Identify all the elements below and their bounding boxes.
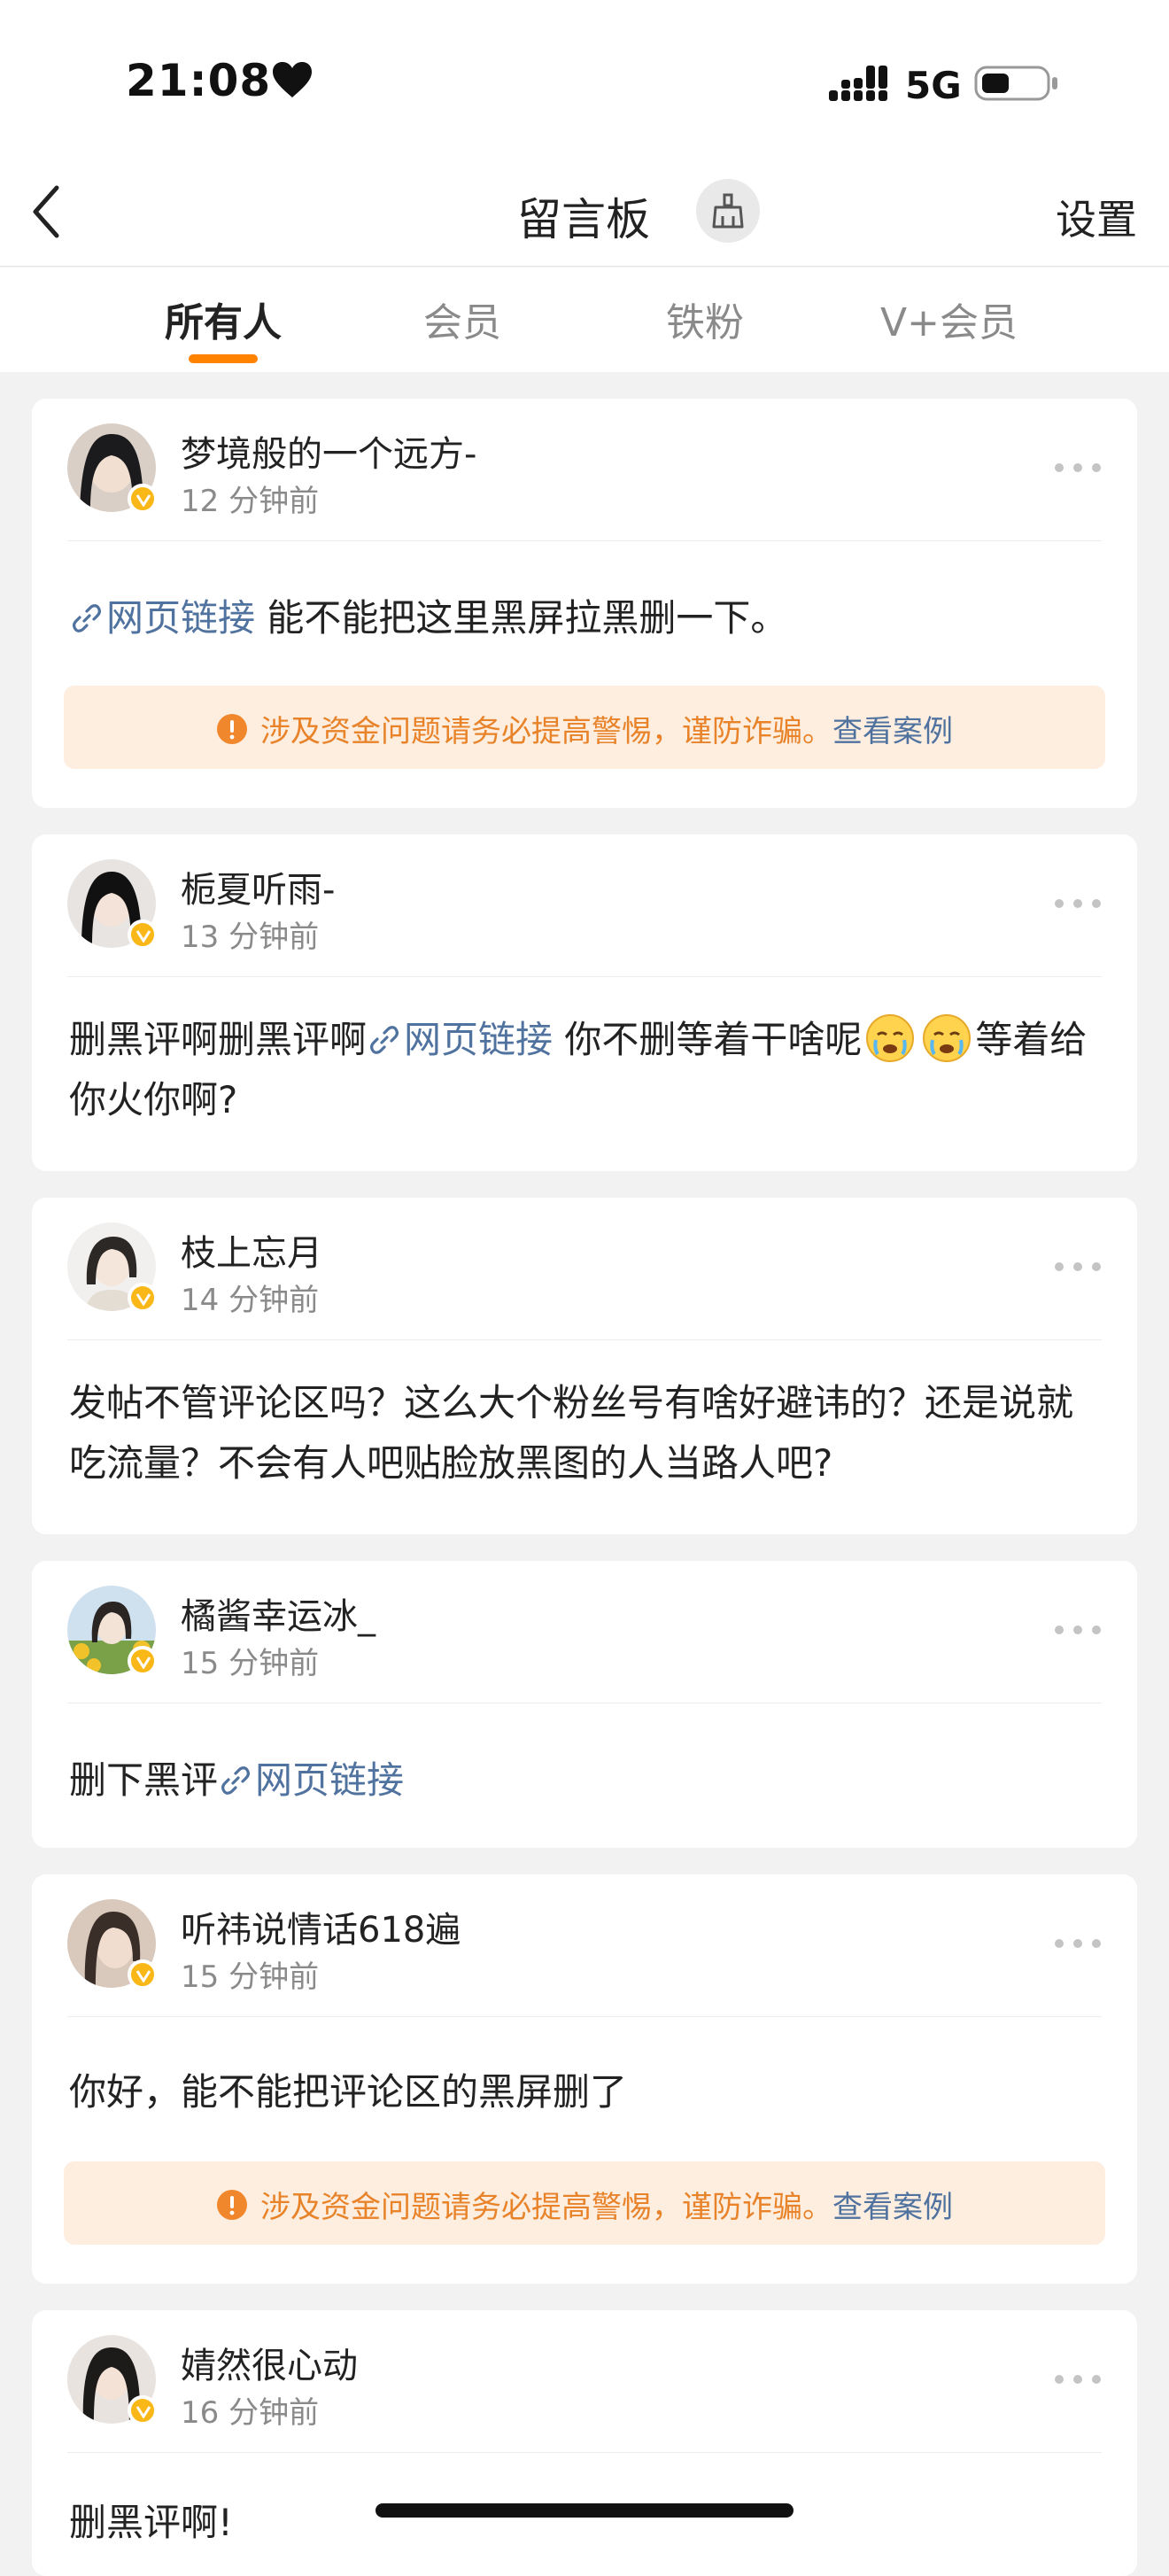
divider bbox=[67, 2016, 1102, 2017]
tab-members[interactable]: 会员 bbox=[423, 291, 501, 347]
divider bbox=[67, 2452, 1102, 2453]
verified-badge-icon bbox=[128, 1283, 158, 1313]
link-label: 网页链接 bbox=[106, 596, 256, 640]
signal-icon bbox=[829, 66, 887, 101]
clean-icon[interactable] bbox=[696, 179, 760, 243]
crying-emoji-icon bbox=[866, 1014, 915, 1062]
user-name[interactable]: 婧然很心动 bbox=[181, 2337, 358, 2388]
view-cases-link[interactable]: 查看案例 bbox=[832, 2190, 953, 2225]
message-text: 删黑评啊! bbox=[69, 2501, 233, 2544]
network-label: 5G bbox=[905, 64, 962, 107]
message-card: 枝上忘月 14 分钟前 发帖不管评论区吗？这么大个粉丝号有啥好避讳的？还是说就吃… bbox=[32, 1198, 1137, 1534]
divider bbox=[67, 1339, 1102, 1340]
verified-badge-icon bbox=[128, 484, 158, 514]
verified-badge-icon bbox=[128, 919, 158, 950]
message-card: 婧然很心动 16 分钟前 删黑评啊! bbox=[32, 2310, 1137, 2576]
post-time: 15 分钟前 bbox=[181, 1646, 320, 1681]
settings-button[interactable]: 设置 bbox=[1056, 188, 1137, 246]
web-link[interactable]: 网页链接 bbox=[218, 1758, 404, 1802]
user-name[interactable]: 栀夏听雨- bbox=[181, 861, 335, 912]
web-link[interactable]: 网页链接 bbox=[367, 1018, 553, 1061]
crying-emoji-icon bbox=[923, 1014, 972, 1062]
post-time: 12 分钟前 bbox=[181, 484, 320, 519]
heart-icon bbox=[273, 62, 312, 97]
more-icon[interactable] bbox=[1054, 1938, 1102, 1949]
warning-text: 涉及资金问题请务必提高警惕，谨防诈骗。 bbox=[260, 2190, 832, 2225]
user-name[interactable]: 枝上忘月 bbox=[181, 1224, 322, 1276]
verified-badge-icon bbox=[128, 1959, 158, 1990]
more-icon[interactable] bbox=[1054, 2374, 1102, 2385]
message-text: 删黑评啊删黑评啊 网页链接 你不删等着干啥呢 等着给你火你啊? bbox=[69, 1010, 1098, 1130]
link-label: 网页链接 bbox=[255, 1758, 405, 1802]
divider bbox=[67, 540, 1102, 541]
battery-icon bbox=[974, 66, 1057, 101]
link-icon bbox=[73, 604, 101, 632]
message-text: 网页链接 能不能把这里黑屏拉黑删一下。 bbox=[69, 588, 1098, 648]
message-text-part: 删黑评啊删黑评啊 bbox=[69, 1018, 368, 1061]
nav-bar: 留言板 设置 bbox=[0, 159, 1169, 267]
user-name[interactable]: 橘酱幸运冰_ bbox=[181, 1587, 375, 1639]
status-bar: 21:08 5G bbox=[0, 0, 1169, 159]
message-card: 栀夏听雨- 13 分钟前 删黑评啊删黑评啊 网页链接 你不删等着干啥呢 等着给你火你… bbox=[32, 834, 1137, 1171]
web-link[interactable]: 网页链接 bbox=[69, 596, 255, 640]
message-card: 梦境般的一个远方- 12 分钟前 网页链接 能不能把这里黑屏拉黑删一下。 涉及资… bbox=[32, 399, 1137, 808]
warning-text: 涉及资金问题请务必提高警惕，谨防诈骗。 bbox=[260, 714, 832, 749]
verified-badge-icon bbox=[128, 2395, 158, 2425]
divider bbox=[67, 976, 1102, 977]
post-time: 13 分钟前 bbox=[181, 919, 320, 955]
more-icon[interactable] bbox=[1054, 1625, 1102, 1635]
more-icon[interactable] bbox=[1054, 1261, 1102, 1272]
message-card: 橘酱幸运冰_ 15 分钟前 删下黑评 网页链接 bbox=[32, 1561, 1137, 1848]
link-icon bbox=[221, 1766, 250, 1795]
link-label: 网页链接 bbox=[404, 1018, 554, 1061]
info-icon bbox=[217, 2190, 247, 2220]
message-text-part: 你不删等着干啥呢 bbox=[553, 1018, 863, 1061]
page-title: 留言板 bbox=[517, 194, 650, 245]
more-icon[interactable] bbox=[1054, 898, 1102, 909]
post-time: 14 分钟前 bbox=[181, 1283, 320, 1318]
view-cases-link[interactable]: 查看案例 bbox=[832, 714, 953, 749]
user-name[interactable]: 听祎说情话618遍 bbox=[181, 1901, 461, 1952]
message-text-part: 删下黑评 bbox=[69, 1758, 219, 1802]
verified-badge-icon bbox=[128, 1646, 158, 1676]
home-indicator[interactable] bbox=[375, 2503, 794, 2518]
tab-vplus-members[interactable]: V+会员 bbox=[880, 291, 1018, 347]
message-text: 发帖不管评论区吗？这么大个粉丝号有啥好避讳的？还是说就吃流量？不会有人吧贴脸放黑… bbox=[69, 1381, 1074, 1485]
back-icon[interactable] bbox=[27, 181, 66, 243]
active-tab-indicator bbox=[189, 354, 258, 363]
audience-tabs: 所有人 会员 铁粉 V+会员 bbox=[0, 268, 1169, 372]
more-icon[interactable] bbox=[1054, 462, 1102, 473]
message-text-part: 能不能把这里黑屏拉黑删一下。 bbox=[255, 596, 788, 640]
tab-all[interactable]: 所有人 bbox=[165, 291, 282, 347]
status-time: 21:08 bbox=[126, 55, 272, 106]
fraud-warning: 涉及资金问题请务必提高警惕，谨防诈骗。查看案例 bbox=[64, 686, 1105, 769]
message-text: 你好，能不能把评论区的黑屏删了 bbox=[69, 2070, 628, 2114]
message-card: 听祎说情话618遍 15 分钟前 你好，能不能把评论区的黑屏删了 涉及资金问题请… bbox=[32, 1874, 1137, 2284]
post-time: 16 分钟前 bbox=[181, 2395, 320, 2431]
link-icon bbox=[370, 1026, 399, 1054]
message-text: 删下黑评 网页链接 bbox=[69, 1750, 1098, 1811]
fraud-warning: 涉及资金问题请务必提高警惕，谨防诈骗。查看案例 bbox=[64, 2161, 1105, 2245]
info-icon bbox=[217, 714, 247, 744]
post-time: 15 分钟前 bbox=[181, 1959, 320, 1995]
user-name[interactable]: 梦境般的一个远方- bbox=[181, 425, 476, 477]
tab-iron-fans[interactable]: 铁粉 bbox=[666, 291, 744, 347]
